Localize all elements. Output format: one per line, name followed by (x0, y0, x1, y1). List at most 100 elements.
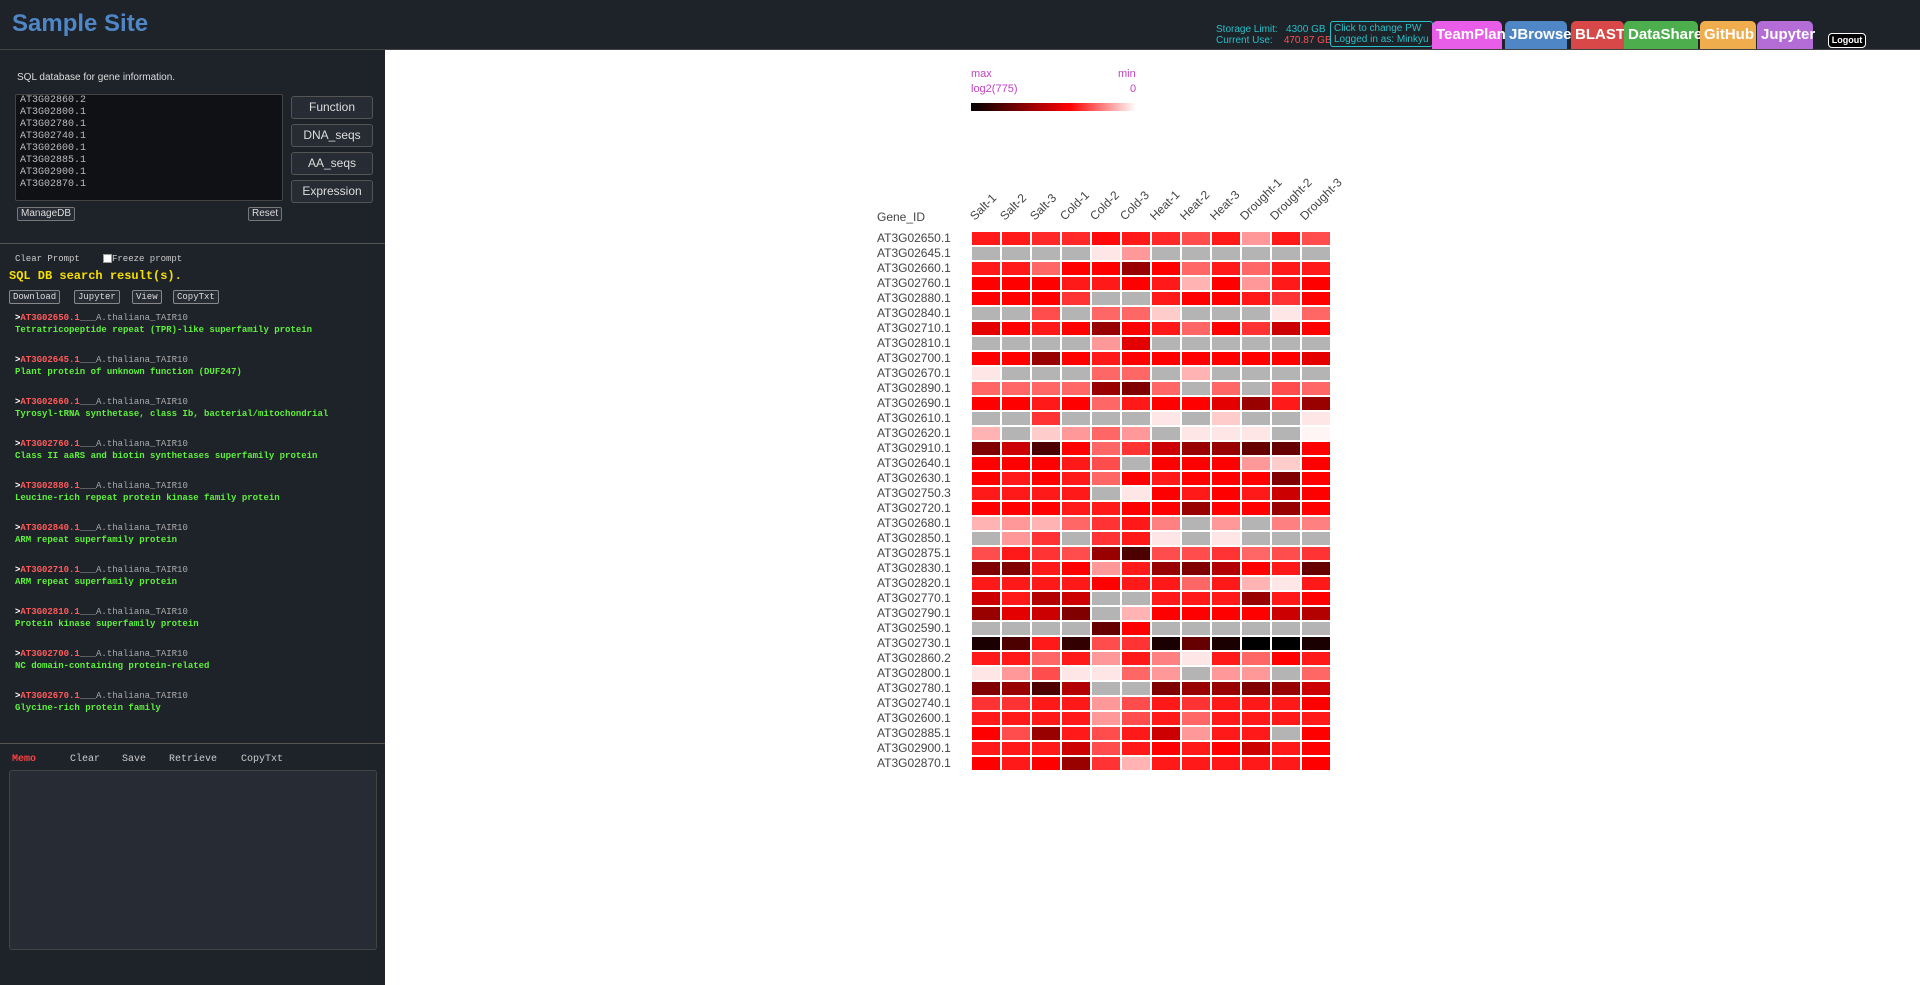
heatmap-cell (971, 486, 1001, 501)
result-gene-id[interactable]: AT3G02650.1 (20, 313, 79, 323)
reset-button[interactable]: Reset (248, 207, 283, 221)
gene-id-input[interactable] (15, 94, 283, 201)
heatmap-cell (1241, 441, 1271, 456)
heatmap-cell (1061, 546, 1091, 561)
aa-seqs-button[interactable]: AA_seqs (291, 152, 373, 175)
heatmap-cell (1181, 381, 1211, 396)
heatmap-cell (1061, 261, 1091, 276)
memo-copytxt-button[interactable]: CopyTxt (241, 754, 283, 765)
clear-prompt-button[interactable]: Clear Prompt (15, 254, 80, 264)
heatmap-cell (1301, 396, 1331, 411)
heatmap-cell (1151, 261, 1181, 276)
function-button[interactable]: Function (291, 96, 373, 119)
nav-jbrowse-button[interactable]: JBrowse (1505, 21, 1572, 49)
heatmap-row-label: AT3G02870.1 (877, 756, 951, 770)
heatmap-cell (1091, 396, 1121, 411)
jupyter-button[interactable]: Jupyter (74, 290, 120, 304)
heatmap-cell (1211, 621, 1241, 636)
heatmap-column-label: Cold-3 (1117, 188, 1153, 223)
heatmap-cell (1271, 606, 1301, 621)
heatmap-cell (1271, 366, 1301, 381)
heatmap-cell (1271, 531, 1301, 546)
result-gene-id[interactable]: AT3G02760.1 (20, 439, 79, 449)
heatmap-cell (1061, 411, 1091, 426)
heatmap-cell (1241, 351, 1271, 366)
heatmap-cell (1151, 456, 1181, 471)
heatmap-cell (971, 366, 1001, 381)
nav-datashare-button[interactable]: DataShare (1624, 21, 1702, 49)
change-password-button[interactable]: Click to change PW Logged in as: Minkyu (1330, 21, 1433, 47)
heatmap-cell (1211, 291, 1241, 306)
heatmap-cell (1301, 246, 1331, 261)
result-species: ___A.thaliana_TAIR10 (79, 313, 188, 323)
heatmap-cell (1061, 396, 1091, 411)
freeze-prompt[interactable]: Freeze prompt (103, 254, 182, 264)
heatmap-cell (1181, 726, 1211, 741)
heatmap-cell (1301, 726, 1331, 741)
heatmap-column-label: Cold-2 (1087, 188, 1123, 223)
result-gene-id[interactable]: AT3G02810.1 (20, 607, 79, 617)
heatmap-cell (971, 501, 1001, 516)
heatmap-cell (1301, 441, 1331, 456)
storage-limit-label: Storage Limit: (1216, 24, 1278, 35)
heatmap-cell (1181, 666, 1211, 681)
heatmap-cell (1001, 441, 1031, 456)
memo-retrieve-button[interactable]: Retrieve (169, 754, 217, 765)
heatmap-cell (1001, 681, 1031, 696)
heatmap-cell (1031, 231, 1061, 246)
heatmap-cell (1181, 621, 1211, 636)
heatmap-cell (1211, 366, 1241, 381)
heatmap-cell (1241, 651, 1271, 666)
logout-button[interactable]: Logout (1828, 33, 1866, 48)
view-button[interactable]: View (132, 290, 162, 304)
nav-teamplan-button[interactable]: TeamPlan (1432, 21, 1506, 49)
heatmap-cell (1301, 516, 1331, 531)
heatmap-row-label: AT3G02820.1 (877, 576, 951, 590)
memo-textarea[interactable] (9, 770, 377, 950)
download-button[interactable]: Download (9, 290, 61, 304)
result-gene-id[interactable]: AT3G02660.1 (20, 397, 79, 407)
heatmap-cell (1181, 501, 1211, 516)
heatmap-row-label: AT3G02830.1 (877, 561, 951, 575)
heatmap-cell (1301, 261, 1331, 276)
heatmap-cell (1211, 741, 1241, 756)
heatmap-row-label: AT3G02800.1 (877, 666, 951, 680)
result-item: >AT3G02710.1___A.thaliana_TAIR10 ARM repe… (15, 565, 188, 587)
result-gene-id[interactable]: AT3G02840.1 (20, 523, 79, 533)
result-gene-id[interactable]: AT3G02710.1 (20, 565, 79, 575)
result-species: ___A.thaliana_TAIR10 (79, 439, 188, 449)
heatmap-cell (1241, 381, 1271, 396)
nav-jupyter-button[interactable]: Jupyter (1757, 21, 1815, 49)
heatmap-row-label: AT3G02760.1 (877, 276, 951, 290)
memo-save-button[interactable]: Save (122, 754, 146, 765)
result-gene-id[interactable]: AT3G02670.1 (20, 691, 79, 701)
heatmap-cell (1121, 276, 1151, 291)
heatmap-cell (1211, 546, 1241, 561)
heatmap-cell (971, 531, 1001, 546)
copytxt-button[interactable]: CopyTxt (173, 290, 219, 304)
heatmap-cell (1181, 396, 1211, 411)
result-gene-id[interactable]: AT3G02880.1 (20, 481, 79, 491)
site-title[interactable]: Sample Site (12, 10, 148, 38)
result-gene-id[interactable]: AT3G02700.1 (20, 649, 79, 659)
heatmap-row-label: AT3G02700.1 (877, 351, 951, 365)
managedb-button[interactable]: ManageDB (17, 207, 76, 221)
result-description: Class II aaRS and biotin synthetases sup… (15, 451, 318, 461)
result-species: ___A.thaliana_TAIR10 (79, 523, 188, 533)
dna-seqs-button[interactable]: DNA_seqs (291, 124, 373, 147)
freeze-prompt-checkbox[interactable] (103, 254, 112, 264)
result-species: ___A.thaliana_TAIR10 (79, 565, 188, 575)
memo-clear-button[interactable]: Clear (70, 754, 100, 765)
heatmap-cell (971, 306, 1001, 321)
nav-blast-button[interactable]: BLAST (1571, 21, 1625, 49)
heatmap-cell (1121, 501, 1151, 516)
heatmap-cell (1151, 621, 1181, 636)
heatmap-cell (1121, 306, 1151, 321)
expression-button[interactable]: Expression (291, 180, 373, 203)
heatmap-cell (1091, 531, 1121, 546)
nav-github-button[interactable]: GitHub (1700, 21, 1756, 49)
heatmap-cell (971, 576, 1001, 591)
result-gene-id[interactable]: AT3G02645.1 (20, 355, 79, 365)
heatmap-row-label: AT3G02630.1 (877, 471, 951, 485)
heatmap-cell (1001, 501, 1031, 516)
